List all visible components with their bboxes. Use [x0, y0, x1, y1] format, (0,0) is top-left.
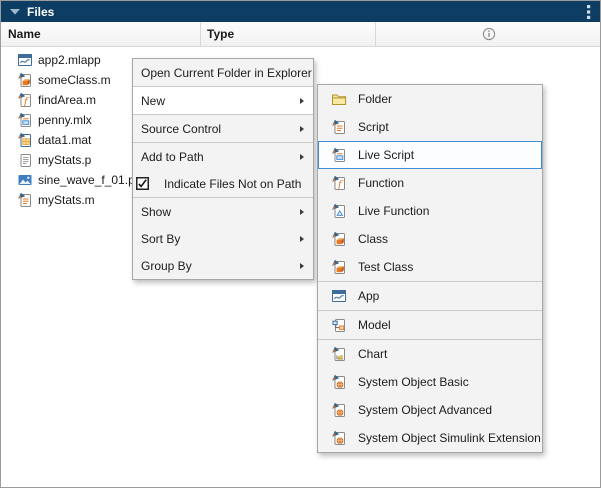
file-name: someClass.m: [38, 73, 111, 87]
pcode-icon: [17, 152, 33, 168]
model-icon: [331, 317, 347, 333]
menu-item-open-current-folder-in-explorer[interactable]: Open Current Folder in Explorer: [133, 59, 313, 86]
submenu-item-label: System Object Advanced: [358, 403, 492, 417]
column-header-row: Name Type: [1, 22, 600, 47]
submenu-item-label: Test Class: [358, 260, 413, 274]
submenu-item-label: Function: [358, 176, 404, 190]
submenu-arrow-icon: [300, 126, 304, 132]
submenu-item-class[interactable]: Class: [318, 225, 542, 253]
file-name: findArea.m: [38, 93, 96, 107]
submenu-item-label: Live Function: [358, 204, 429, 218]
file-name: sine_wave_f_01.p: [38, 173, 135, 187]
submenu-item-chart[interactable]: Chart: [318, 340, 542, 368]
menu-item-source-control[interactable]: Source Control: [133, 115, 313, 142]
submenu-item-label: App: [358, 289, 379, 303]
submenu-item-live-script[interactable]: Live Script: [318, 141, 542, 169]
class-icon: [331, 231, 347, 247]
submenu-arrow-icon: [300, 263, 304, 269]
menu-item-label: Source Control: [141, 122, 300, 136]
chart-icon: [331, 346, 347, 362]
submenu-item-system-object-advanced[interactable]: System Object Advanced: [318, 396, 542, 424]
submenu-item-label: Class: [358, 232, 388, 246]
system-object-icon: [331, 402, 347, 418]
checkbox-icon: [136, 177, 149, 190]
menu-item-label: Show: [141, 205, 300, 219]
app-icon: [17, 52, 33, 68]
submenu-item-function[interactable]: f Function: [318, 169, 542, 197]
system-object-icon: [331, 430, 347, 446]
files-panel: Files Name Type app2.mlappsomeClass.mffi…: [0, 0, 601, 488]
image-icon: [17, 172, 33, 188]
folder-icon: [331, 91, 347, 107]
menu-item-label: Sort By: [141, 232, 300, 246]
menu-item-label: Group By: [141, 259, 300, 273]
panel-title: Files: [27, 5, 54, 19]
menu-item-indicate-files-not-on-path[interactable]: Indicate Files Not on Path: [133, 170, 313, 197]
menu-item-sort-by[interactable]: Sort By: [133, 225, 313, 252]
class-icon: [17, 72, 33, 88]
function-icon: f: [331, 175, 347, 191]
submenu-item-label: Model: [358, 318, 391, 332]
new-submenu: Folder Script Live Script f Function Live Fun…: [317, 84, 543, 453]
file-name: penny.mlx: [38, 113, 92, 127]
submenu-item-label: Script: [358, 120, 389, 134]
submenu-arrow-icon: [300, 98, 304, 104]
submenu-item-label: System Object Simulink Extension: [358, 431, 541, 445]
submenu-item-app[interactable]: App: [318, 282, 542, 310]
menu-item-label: New: [141, 94, 300, 108]
submenu-item-label: Chart: [358, 347, 387, 361]
submenu-item-folder[interactable]: Folder: [318, 85, 542, 113]
submenu-arrow-icon: [300, 154, 304, 160]
file-name: myStats.m: [38, 193, 95, 207]
menu-item-add-to-path[interactable]: Add to Path: [133, 143, 313, 170]
submenu-item-script[interactable]: Script: [318, 113, 542, 141]
test-class-icon: [331, 259, 347, 275]
file-name: myStats.p: [38, 153, 91, 167]
file-name: data1.mat: [38, 133, 91, 147]
function-icon: f: [17, 92, 33, 108]
app-icon: [331, 288, 347, 304]
submenu-item-model[interactable]: Model: [318, 311, 542, 339]
column-divider: [375, 22, 376, 46]
menu-item-label: Add to Path: [141, 150, 300, 164]
column-header-type[interactable]: Type: [207, 22, 234, 46]
menu-item-show[interactable]: Show: [133, 198, 313, 225]
submenu-item-label: Live Script: [358, 148, 414, 162]
submenu-item-test-class[interactable]: Test Class: [318, 253, 542, 281]
system-object-icon: [331, 374, 347, 390]
menu-item-label: Open Current Folder in Explorer: [141, 66, 312, 80]
script-icon: [331, 119, 347, 135]
column-header-name[interactable]: Name: [8, 22, 41, 46]
column-divider: [200, 22, 201, 46]
submenu-item-live-function[interactable]: Live Function: [318, 197, 542, 225]
submenu-item-label: System Object Basic: [358, 375, 469, 389]
context-menu: Open Current Folder in Explorer New Source…: [132, 58, 314, 280]
live-script-icon: [17, 112, 33, 128]
submenu-item-system-object-basic[interactable]: System Object Basic: [318, 368, 542, 396]
menu-item-new[interactable]: New: [133, 87, 313, 114]
collapse-triangle-icon[interactable]: [10, 9, 20, 15]
mat-icon: [17, 132, 33, 148]
menu-item-group-by[interactable]: Group By: [133, 252, 313, 279]
live-script-icon: [331, 147, 347, 163]
live-function-icon: [331, 203, 347, 219]
panel-titlebar: Files: [1, 1, 600, 22]
submenu-item-label: Folder: [358, 92, 392, 106]
submenu-arrow-icon: [300, 236, 304, 242]
info-icon[interactable]: [481, 26, 497, 42]
submenu-arrow-icon: [300, 209, 304, 215]
submenu-item-system-object-simulink-extension[interactable]: System Object Simulink Extension: [318, 424, 542, 452]
menu-item-label: Indicate Files Not on Path: [164, 177, 307, 191]
file-name: app2.mlapp: [38, 53, 101, 67]
kebab-menu-icon[interactable]: [587, 4, 591, 20]
script-icon: [17, 192, 33, 208]
